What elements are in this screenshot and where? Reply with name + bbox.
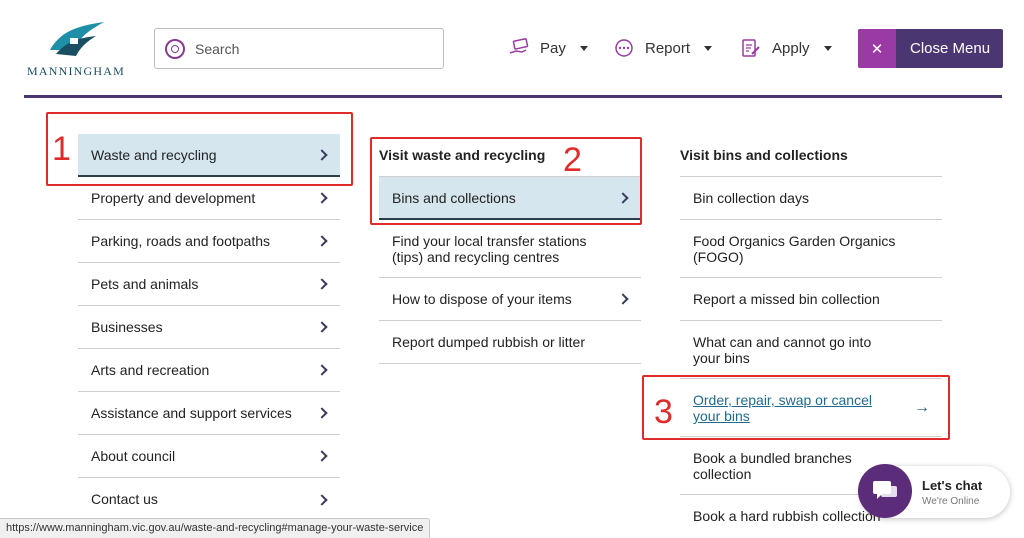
menu-item-parking-roads-footpaths[interactable]: Parking, roads and footpaths [78, 220, 340, 263]
menu-item-label: Businesses [91, 319, 163, 335]
browser-status-url: https://www.manningham.vic.gov.au/waste-… [0, 518, 431, 538]
close-icon: ✕ [858, 29, 896, 68]
menu-item-report-dumped-rubbish[interactable]: Report dumped rubbish or litter [379, 321, 641, 364]
chevron-right-icon [316, 450, 328, 462]
chat-widget[interactable]: Let's chat We're Online [858, 464, 1010, 518]
chevron-right-icon [316, 364, 328, 376]
pay-hand-icon [508, 38, 530, 58]
search-icon [165, 39, 185, 59]
menu-item-label: Property and development [91, 190, 256, 206]
menu-item-label: Arts and recreation [91, 362, 210, 378]
menu-item-label: Pets and animals [91, 276, 199, 292]
annotation-box-1 [46, 112, 353, 186]
header-divider [24, 95, 1002, 98]
menu-item-contact-us[interactable]: Contact us [78, 478, 340, 521]
menu-item-label: Report a missed bin collection [693, 291, 880, 307]
site-header: MANNINGHAM Pay Report Apply ✕ Close Menu [0, 0, 1024, 96]
menu-item-label: Book a bundled branches collection [693, 450, 852, 482]
menu-item-pets-and-animals[interactable]: Pets and animals [78, 263, 340, 306]
annotation-number-3: 3 [654, 393, 673, 431]
menu-item-label: Contact us [91, 491, 158, 507]
chevron-right-icon [316, 493, 328, 506]
nav-report-label: Report [645, 39, 691, 57]
menu-item-what-can-go-in-bins[interactable]: What can and cannot go into your bins [680, 321, 942, 379]
chevron-down-icon [579, 45, 588, 51]
menu-item-label: Parking, roads and footpaths [91, 233, 271, 249]
chevron-right-icon [316, 235, 328, 247]
menu-item-dispose-items[interactable]: How to dispose of your items [379, 278, 641, 321]
nav-pay-label: Pay [540, 39, 566, 57]
chevron-down-icon [823, 45, 832, 51]
chevron-right-icon [316, 192, 328, 204]
close-menu-button[interactable]: ✕ Close Menu [858, 29, 1003, 68]
nav-apply[interactable]: Apply [740, 36, 832, 60]
manningham-logo[interactable]: MANNINGHAM [24, 20, 128, 80]
apply-document-icon [740, 38, 762, 58]
chat-bubble-icon [858, 464, 912, 518]
menu-item-label: Book a hard rubbish collection [693, 508, 881, 524]
menu-item-report-missed-bin[interactable]: Report a missed bin collection [680, 278, 942, 321]
nav-report[interactable]: Report [613, 36, 713, 60]
chevron-right-icon [316, 278, 328, 290]
menu-item-bin-collection-days[interactable]: Bin collection days [680, 177, 942, 220]
menu-item-arts-and-recreation[interactable]: Arts and recreation [78, 349, 340, 392]
close-menu-label: Close Menu [910, 40, 991, 57]
report-speech-icon [613, 38, 635, 58]
nav-apply-label: Apply [772, 39, 810, 57]
menu-item-transfer-stations[interactable]: Find your local transfer stations (tips)… [379, 220, 641, 278]
menu-item-label: Food Organics Garden Organics (FOGO) [693, 233, 896, 265]
menu-item-about-council[interactable]: About council [78, 435, 340, 478]
menu-item-label: Bin collection days [693, 190, 809, 206]
logo-wave-icon [50, 22, 104, 56]
logo-text: MANNINGHAM [27, 64, 125, 78]
menu-column-primary: Waste and recycling Property and develop… [78, 134, 340, 521]
menu-item-label: About council [91, 448, 176, 464]
chevron-right-icon [316, 321, 328, 333]
annotation-number-1: 1 [52, 130, 71, 168]
menu-item-label: Report dumped rubbish or litter [392, 334, 585, 350]
nav-pay[interactable]: Pay [508, 36, 588, 60]
annotation-box-3 [642, 375, 950, 440]
chat-title: Let's chat [922, 478, 983, 493]
menu-item-fogo[interactable]: Food Organics Garden Organics (FOGO) [680, 220, 942, 278]
column-heading: Visit bins and collections [680, 134, 942, 177]
chevron-down-icon [704, 45, 713, 51]
menu-item-label: Find your local transfer stations (tips)… [392, 233, 587, 265]
menu-item-label: Assistance and support services [91, 405, 292, 421]
menu-item-assistance-and-support[interactable]: Assistance and support services [78, 392, 340, 435]
annotation-number-2: 2 [563, 141, 582, 179]
search-input[interactable] [195, 37, 435, 61]
menu-item-label: How to dispose of your items [392, 291, 572, 307]
chat-status: We're Online [922, 496, 980, 507]
menu-item-businesses[interactable]: Businesses [78, 306, 340, 349]
menu-item-label: What can and cannot go into your bins [693, 334, 872, 366]
annotation-box-2 [370, 137, 642, 225]
search-box[interactable] [154, 28, 444, 69]
chevron-right-icon [316, 407, 328, 419]
chevron-right-icon [617, 293, 629, 305]
